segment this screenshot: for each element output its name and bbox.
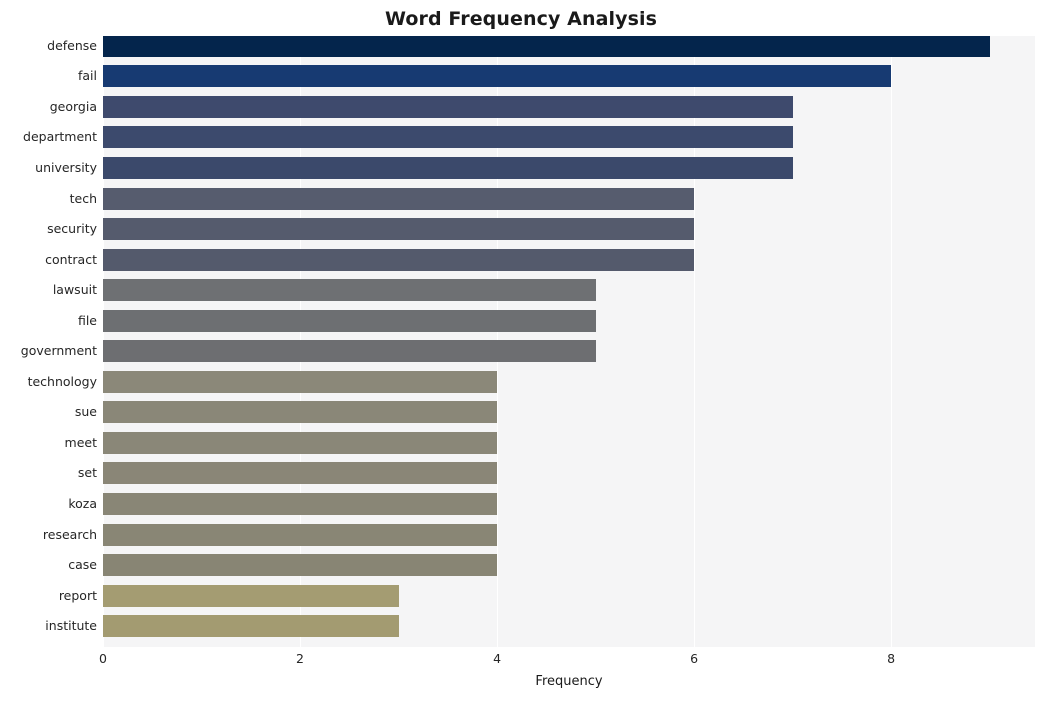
bar xyxy=(103,401,498,424)
bar xyxy=(103,218,695,241)
bar xyxy=(103,248,695,271)
bar xyxy=(103,36,990,57)
y-tick-label: institute xyxy=(45,618,97,634)
y-tick-label: georgia xyxy=(49,98,97,114)
y-tick-label: research xyxy=(42,526,97,542)
y-tick-label: university xyxy=(35,159,97,175)
bar xyxy=(103,584,399,607)
bar xyxy=(103,95,793,118)
x-tick-label: 0 xyxy=(99,651,107,666)
y-tick-label: lawsuit xyxy=(52,282,97,298)
bar xyxy=(103,554,498,577)
word-frequency-chart-figure: Word Frequency Analysis defense fail georg… xyxy=(0,0,1042,701)
y-tick-label: contract xyxy=(45,251,97,267)
y-tick-label: tech xyxy=(69,190,97,206)
y-tick-label: file xyxy=(77,312,97,328)
bar xyxy=(103,279,596,302)
bar xyxy=(103,523,498,546)
y-axis-tick-labels: defense fail georgia department university te… xyxy=(0,36,97,647)
y-tick-label: fail xyxy=(77,68,97,84)
bar xyxy=(103,187,695,210)
y-tick-label: set xyxy=(77,465,97,481)
x-tick-label: 2 xyxy=(296,651,305,666)
bar xyxy=(103,431,498,454)
y-tick-label: government xyxy=(20,343,97,359)
x-tick-label: 6 xyxy=(690,651,699,666)
y-tick-label: report xyxy=(58,587,97,603)
bar xyxy=(103,309,596,332)
bars-layer xyxy=(103,36,1035,647)
y-tick-label: koza xyxy=(68,496,97,512)
plot-area xyxy=(103,36,1035,647)
bar xyxy=(103,615,399,638)
x-axis-tick-labels: 0 2 4 6 8 xyxy=(0,651,1042,671)
x-tick-label: 8 xyxy=(887,651,896,666)
y-tick-label: sue xyxy=(74,404,97,420)
bar xyxy=(103,65,892,88)
bar xyxy=(103,156,793,179)
x-axis-title: Frequency xyxy=(535,674,603,689)
bar xyxy=(103,126,793,149)
y-tick-label: security xyxy=(47,221,97,237)
y-tick-label: case xyxy=(68,557,97,573)
x-tick-label: 4 xyxy=(493,651,502,666)
bar xyxy=(103,462,498,485)
bar xyxy=(103,340,596,363)
y-tick-label: department xyxy=(23,129,97,145)
bar xyxy=(103,493,498,516)
bar xyxy=(103,370,498,393)
chart-title: Word Frequency Analysis xyxy=(384,8,658,30)
y-tick-label: technology xyxy=(27,373,97,389)
y-tick-label: meet xyxy=(64,434,97,450)
y-tick-label: defense xyxy=(47,37,97,53)
